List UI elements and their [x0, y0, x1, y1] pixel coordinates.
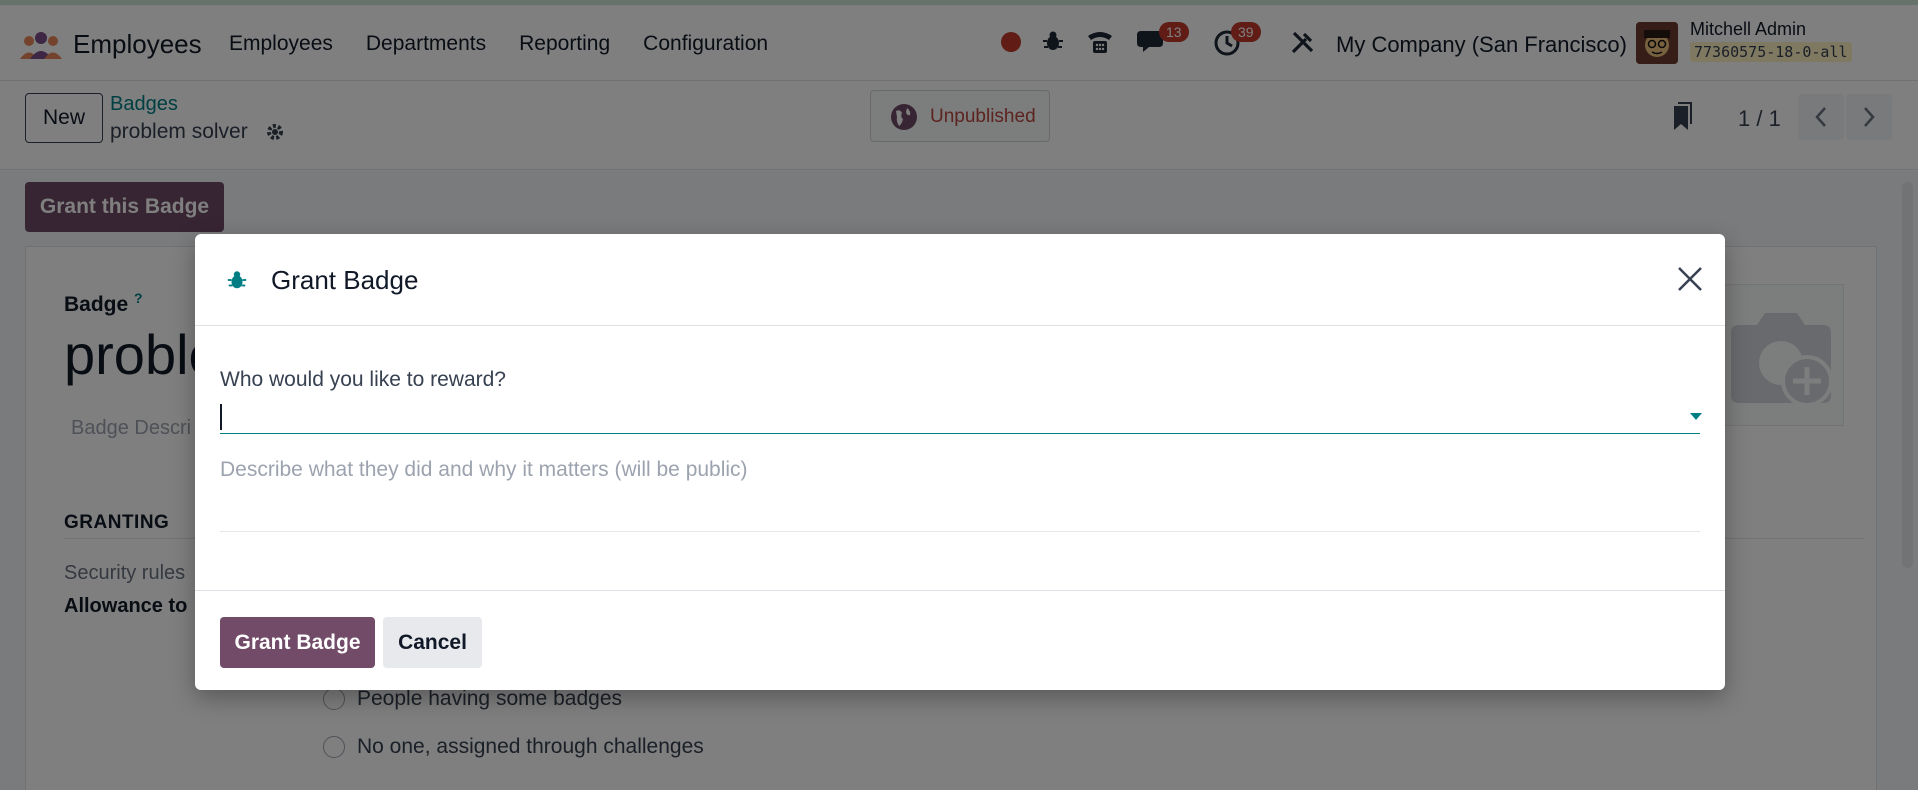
grant-badge-button[interactable]: Grant Badge	[220, 617, 375, 668]
bug-icon	[226, 269, 248, 296]
dialog-footer: Grant Badge Cancel	[195, 590, 1725, 690]
dialog-header: Grant Badge	[195, 234, 1725, 326]
reward-question-label: Who would you like to reward?	[220, 368, 506, 391]
text-cursor	[220, 404, 222, 430]
dialog-title: Grant Badge	[271, 265, 419, 295]
grant-badge-dialog: Grant Badge Who would you like to reward…	[195, 234, 1725, 690]
chevron-down-icon[interactable]	[1690, 413, 1702, 420]
close-icon[interactable]	[1675, 264, 1705, 294]
comment-placeholder: Describe what they did and why it matter…	[220, 458, 748, 481]
comment-field[interactable]: Describe what they did and why it matter…	[220, 458, 1700, 532]
cancel-button[interactable]: Cancel	[383, 617, 482, 668]
user-select-input[interactable]	[220, 400, 1700, 434]
